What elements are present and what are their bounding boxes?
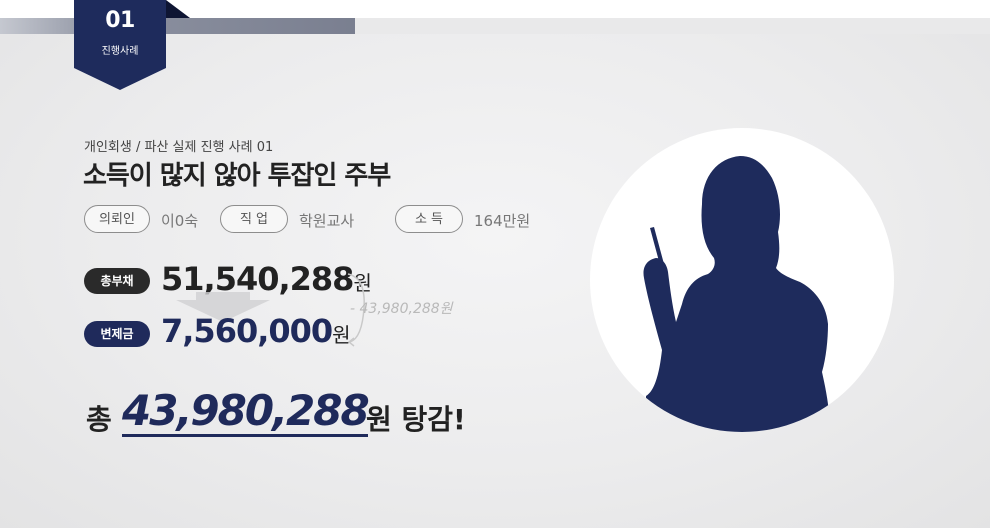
badge-label: 진행사례 xyxy=(101,46,139,57)
person-silhouette-icon xyxy=(643,156,830,432)
total-reduction-amount: 43,980,288 xyxy=(122,386,370,437)
repayment-unit: 원 xyxy=(332,323,350,347)
difference-text: - 43,980,288원 xyxy=(350,301,453,317)
total-suffix: 원 탕감! xyxy=(366,403,466,436)
top-bar-light xyxy=(355,18,990,34)
job-value: 학원교사 xyxy=(299,212,355,230)
case-title: 소득이 많지 않아 투잡인 주부 xyxy=(83,161,391,191)
repayment-tag: 변제금 xyxy=(84,321,150,347)
total-debt-tag: 총부채 xyxy=(84,268,150,294)
repayment-amount: 7,560,000원 xyxy=(161,312,351,350)
case-card: 01 진행사례 개인회생 / 파산 실제 진행 사례 01 소득이 많지 않아 … xyxy=(0,0,990,528)
job-label: 직 업 xyxy=(220,205,288,233)
client-value: 이0숙 xyxy=(161,212,199,230)
case-subtitle: 개인회생 / 파산 실제 진행 사례 01 xyxy=(84,140,274,155)
client-label: 의뢰인 xyxy=(84,205,150,233)
income-label: 소 득 xyxy=(395,205,463,233)
badge-number: 01 xyxy=(105,8,135,33)
total-prefix: 총 xyxy=(86,403,112,436)
repayment-number: 7,560,000 xyxy=(161,312,333,350)
profile-circle xyxy=(590,128,894,432)
income-value: 164만원 xyxy=(474,212,531,230)
